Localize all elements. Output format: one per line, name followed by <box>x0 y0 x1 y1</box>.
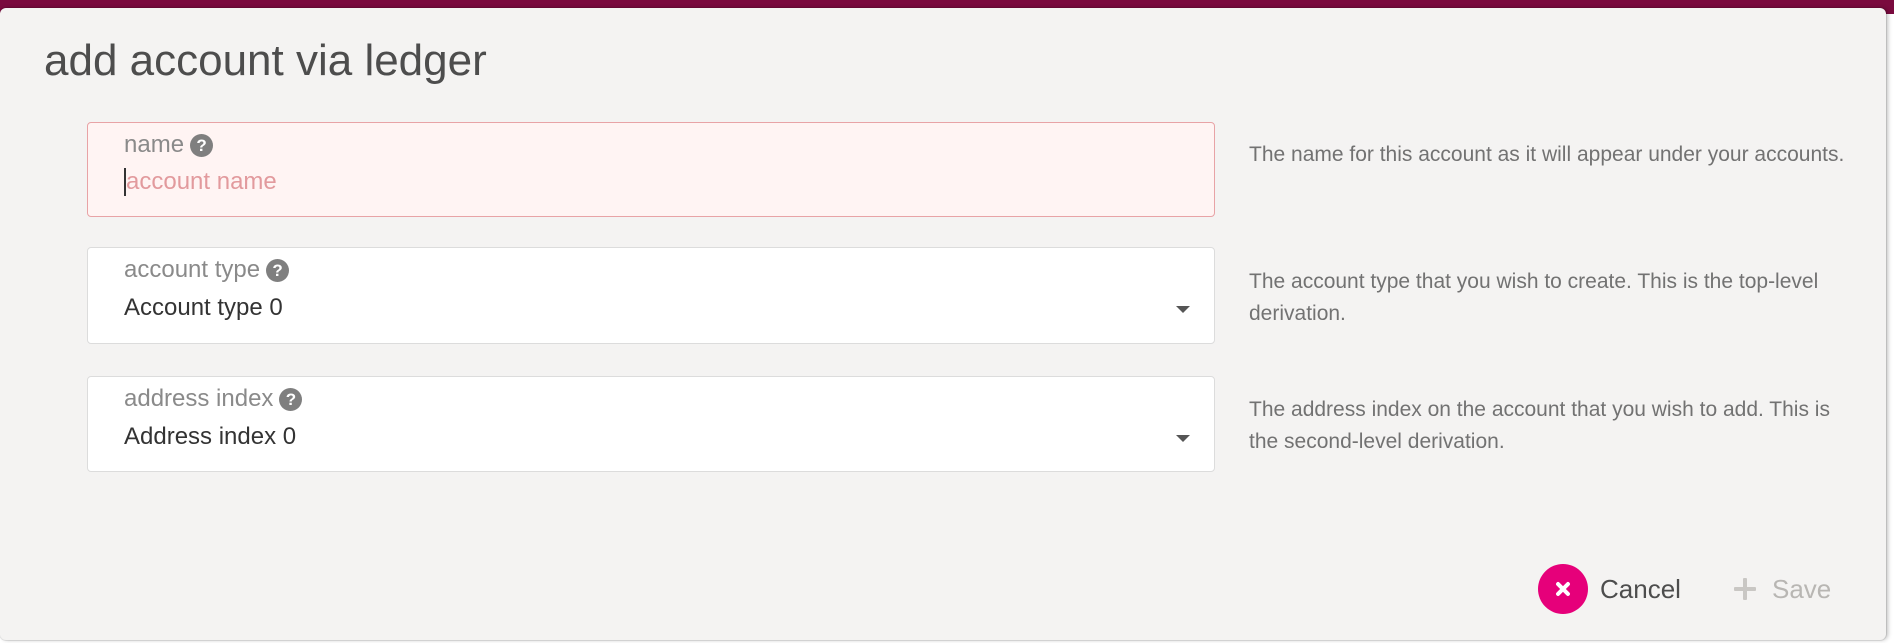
help-icon[interactable]: ? <box>190 133 214 157</box>
chevron-down-icon[interactable] <box>1176 306 1190 313</box>
help-icon[interactable]: ? <box>266 258 290 282</box>
add-account-modal: add account via ledger name ? The name f… <box>0 8 1886 640</box>
modal-title: add account via ledger <box>44 36 487 85</box>
close-icon <box>1538 564 1588 614</box>
address-index-dropdown[interactable]: address index ? Address index 0 <box>87 376 1215 472</box>
account-type-label-row: account type ? <box>124 256 290 284</box>
cancel-button[interactable]: Cancel <box>1538 564 1681 614</box>
account-type-dropdown[interactable]: account type ? Account type 0 <box>87 247 1215 344</box>
save-button[interactable]: Save <box>1734 564 1831 614</box>
name-label-row: name ? <box>124 131 214 159</box>
address-index-help-text: The address index on the account that yo… <box>1249 398 1830 453</box>
account-type-label: account type <box>124 256 261 283</box>
save-button-label: Save <box>1772 573 1832 604</box>
name-label: name <box>124 131 185 158</box>
plus-icon <box>1734 578 1756 600</box>
address-index-label: address index <box>124 385 274 412</box>
account-type-help-text: The account type that you wish to create… <box>1249 270 1819 325</box>
name-help-text: The name for this account as it will app… <box>1249 143 1845 166</box>
account-name-input[interactable] <box>124 168 1166 196</box>
chevron-down-icon[interactable] <box>1176 435 1190 442</box>
address-index-label-row: address index ? <box>124 385 303 413</box>
account-type-value: Account type 0 <box>124 294 283 321</box>
name-field[interactable]: name ? <box>87 122 1215 217</box>
cancel-button-label: Cancel <box>1600 573 1681 604</box>
help-icon[interactable]: ? <box>279 387 303 411</box>
address-index-value: Address index 0 <box>124 423 297 450</box>
